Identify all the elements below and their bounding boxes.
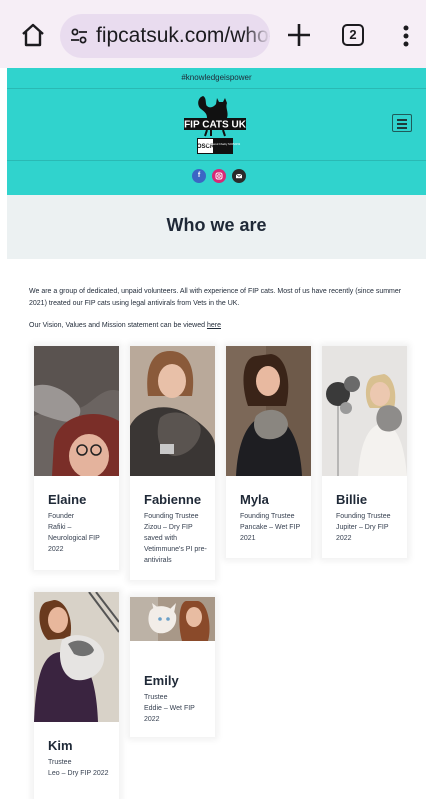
address-bar[interactable]: fipcatsuk.com/who-\	[60, 14, 270, 58]
more-vert-icon[interactable]	[396, 24, 416, 48]
member-role: Trustee	[48, 759, 72, 766]
team-card-kim[interactable]: Kim Trustee Leo – Dry FIP 2022	[34, 592, 119, 799]
member-role: Founding Trustee	[144, 513, 199, 520]
tune-icon[interactable]	[69, 26, 89, 46]
home-icon[interactable]	[20, 22, 46, 48]
member-role: Trustee	[144, 694, 168, 701]
member-name: Fabienne	[144, 492, 202, 507]
oscr-sub: Registered Charity SC052152	[206, 142, 241, 146]
member-bio: Jupiter – Dry FIP 2022	[336, 524, 389, 542]
member-bio: Rafiki – Neurological FIP 2022	[48, 524, 100, 553]
team-card-emily[interactable]: Emily Trustee Eddie – Wet FIP 2022	[130, 597, 215, 737]
team-card-billie[interactable]: Billie Founding Trustee Jupiter – Dry FI…	[322, 346, 407, 558]
member-bio: Eddie – Wet FIP 2022	[144, 705, 195, 723]
member-photo	[34, 346, 119, 476]
email-icon[interactable]	[232, 169, 246, 183]
header-divider	[7, 88, 426, 89]
member-photo	[130, 346, 215, 476]
tagline: #knowledgeispower	[181, 73, 252, 82]
instagram-icon[interactable]	[212, 169, 226, 183]
member-name: Myla	[240, 492, 269, 507]
member-name: Kim	[48, 738, 73, 753]
member-name: Emily	[144, 673, 179, 688]
member-role: Founder	[48, 513, 75, 520]
member-photo	[130, 597, 215, 641]
member-role: Founding Trustee	[336, 513, 391, 520]
member-bio: Pancake – Wet FIP 2021	[240, 524, 301, 542]
member-name: Billie	[336, 492, 368, 507]
team-card-elaine[interactable]: Elaine Founder Rafiki – Neurological FIP…	[34, 346, 119, 570]
member-role: Founding Trustee	[240, 513, 295, 520]
member-name: Elaine	[48, 492, 87, 507]
vision-link[interactable]: here	[207, 322, 221, 329]
header-divider-lower	[7, 160, 426, 161]
browser-toolbar: fipcatsuk.com/who-\ 2	[0, 0, 426, 68]
team-card-fabienne[interactable]: Fabienne Founding Trustee Zizou – Dry FI…	[130, 346, 215, 580]
site-header: #knowledgeispower FIP CATS UK OSCR Regis…	[7, 68, 426, 195]
intro-text: We are a group of dedicated, unpaid volu…	[29, 286, 404, 342]
facebook-icon[interactable]: f	[192, 169, 206, 183]
social-links: f	[192, 169, 252, 183]
hamburger-menu-icon[interactable]	[392, 114, 412, 132]
member-photo	[322, 346, 407, 476]
tabs-icon[interactable]: 2	[342, 24, 364, 46]
member-photo	[226, 346, 311, 476]
member-bio: Zizou – Dry FIP saved with Vetimmune's P…	[144, 524, 207, 564]
member-photo	[34, 592, 119, 722]
intro-paragraph: We are a group of dedicated, unpaid volu…	[29, 288, 402, 307]
site-logo[interactable]: FIP CATS UK OSCR Registered Charity SC05…	[183, 94, 247, 156]
page-title-band: Who we are	[7, 195, 426, 259]
member-bio: Leo – Dry FIP 2022	[48, 770, 109, 777]
plus-icon[interactable]	[285, 21, 313, 49]
logo-text: FIP CATS UK	[184, 120, 247, 131]
team-card-myla[interactable]: Myla Founding Trustee Pancake – Wet FIP …	[226, 346, 311, 558]
cat-logo-icon: FIP CATS UK OSCR Registered Charity SC05…	[184, 96, 247, 154]
url-fade	[244, 14, 270, 58]
page-title: Who we are	[166, 215, 267, 235]
intro-paragraph-link: Our Vision, Values and Mission statement…	[29, 322, 221, 329]
